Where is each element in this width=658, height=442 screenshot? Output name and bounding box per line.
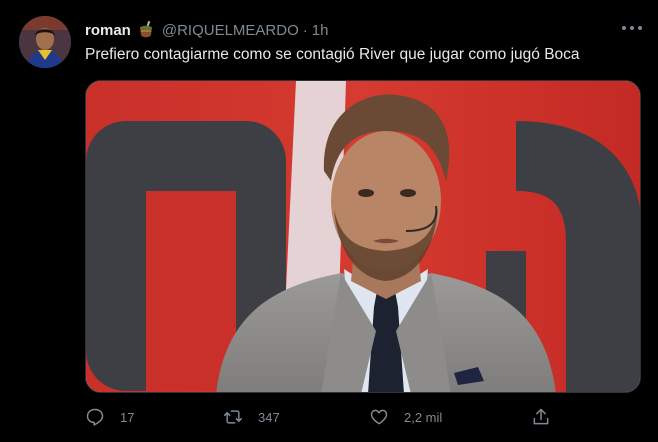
tweet-media-image[interactable]	[85, 80, 641, 393]
author-display-name[interactable]: roman	[85, 22, 131, 39]
tweet[interactable]: roman @RIQUELMEARDO · 1h Prefiero contag…	[0, 0, 658, 442]
separator-dot: ·	[302, 21, 308, 39]
share-button[interactable]	[531, 403, 551, 431]
tv-presenter-photo	[86, 81, 640, 392]
author-handle[interactable]: @RIQUELMEARDO	[162, 22, 299, 39]
reply-button[interactable]: 17	[85, 403, 134, 431]
mate-cup-icon	[138, 20, 154, 39]
retweet-button[interactable]: 347	[223, 403, 280, 431]
like-button[interactable]: 2,2 mil	[369, 403, 442, 431]
author-avatar[interactable]	[19, 16, 71, 68]
share-icon	[531, 407, 551, 427]
heart-icon	[369, 407, 389, 427]
tweet-actions: 17 347 2,2 mil	[85, 403, 641, 431]
tweet-timestamp[interactable]: 1h	[312, 22, 329, 39]
more-options-icon[interactable]	[622, 20, 642, 36]
reply-icon	[85, 407, 105, 427]
reply-count: 17	[120, 409, 135, 425]
retweet-icon	[223, 407, 243, 427]
tweet-header: roman @RIQUELMEARDO · 1h	[85, 19, 328, 41]
retweet-count: 347	[258, 409, 280, 425]
tweet-text: Prefiero contagiarme como se contagió Ri…	[85, 46, 580, 63]
like-count: 2,2 mil	[404, 409, 443, 425]
